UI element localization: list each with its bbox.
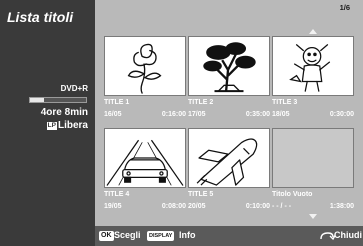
space-shuttle-thumbnail-icon (188, 128, 270, 188)
title-tile-1[interactable]: TITLE 1 16/05 0:16:00 (104, 36, 186, 121)
page-title: Lista titoli (7, 9, 74, 25)
scroll-down-arrow-icon[interactable] (309, 214, 317, 219)
title-duration: 1:38:00 (329, 203, 354, 210)
time-remaining: 4ore 8min (40, 107, 88, 118)
title-date: 16/05 (104, 111, 122, 118)
scroll-up-arrow-icon[interactable] (309, 29, 317, 34)
title-date: 19/05 (104, 203, 122, 210)
return-arrow-icon[interactable] (319, 231, 335, 241)
title-duration: 0:30:00 (329, 111, 354, 118)
title-duration: 0:10:00 (245, 203, 270, 210)
title-name: Titolo Vuoto (272, 191, 313, 198)
cartoon-character-thumbnail-icon (272, 36, 354, 96)
title-name: TITLE 3 (272, 99, 298, 106)
title-date: 20/05 (188, 203, 206, 210)
title-date: 18/05 (272, 111, 290, 118)
mode-badge: LP (46, 122, 57, 130)
select-label: Scegli (114, 230, 141, 240)
title-tile-5[interactable]: TITLE 5 20/05 0:10:00 (188, 128, 270, 213)
title-duration: 0:35:00 (245, 111, 270, 118)
display-key[interactable]: DISPLAY (147, 231, 175, 241)
title-duration: 0:08:00 (161, 203, 186, 210)
mode-label: Libera (57, 120, 88, 131)
footer-bar: OK Scegli DISPLAY Info Chiudi (95, 226, 363, 246)
title-tile-4[interactable]: TITLE 4 19/05 0:08:00 (104, 128, 186, 213)
title-date: - - / - - (272, 203, 292, 210)
title-duration: 0:16:00 (161, 111, 186, 118)
sidebar: Lista titoli DVD+R 4ore 8min LP Libera (0, 0, 95, 246)
title-name: TITLE 4 (104, 191, 130, 198)
empty-thumbnail (272, 128, 354, 188)
rose-thumbnail-icon (104, 36, 186, 96)
title-grid-panel: 1/6 TITLE 1 16/05 0:16:00 TITLE 2 17/05 … (95, 0, 363, 226)
info-label: Info (179, 230, 196, 240)
page-counter: 1/6 (339, 3, 350, 12)
title-list-screen: Lista titoli DVD+R 4ore 8min LP Libera 1/… (0, 0, 363, 246)
car-thumbnail-icon (104, 128, 186, 188)
title-name: TITLE 5 (188, 191, 214, 198)
title-tile-2[interactable]: TITLE 2 17/05 0:35:00 (188, 36, 270, 121)
ok-key[interactable]: OK (99, 231, 114, 241)
title-date: 17/05 (188, 111, 206, 118)
disc-space-bar (29, 97, 87, 103)
disc-type: DVD+R (60, 84, 88, 93)
title-name: TITLE 1 (104, 99, 130, 106)
close-label: Chiudi (334, 230, 362, 240)
title-tile-empty[interactable]: Titolo Vuoto - - / - - 1:38:00 (272, 128, 354, 213)
tree-thumbnail-icon (188, 36, 270, 96)
record-mode: LP Libera (46, 120, 88, 131)
disc-space-fill (30, 98, 44, 102)
title-tile-3[interactable]: TITLE 3 18/05 0:30:00 (272, 36, 354, 121)
title-name: TITLE 2 (188, 99, 214, 106)
